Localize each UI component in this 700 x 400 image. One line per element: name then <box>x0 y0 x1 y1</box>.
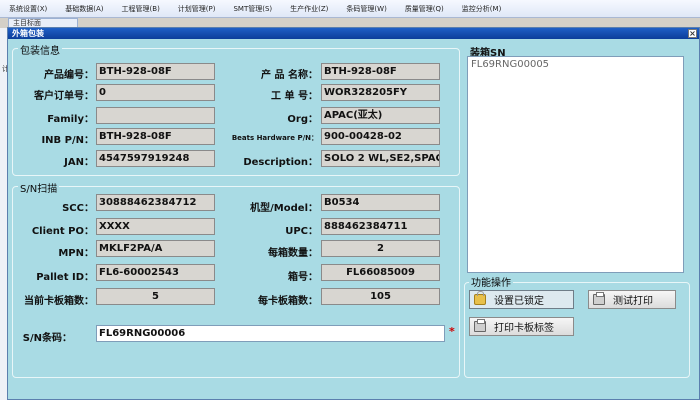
product-no-label: 产品编号： <box>44 70 94 81</box>
print-pallet-label-button[interactable]: 打印卡板标签 <box>469 317 574 336</box>
box-no-label: 箱号： <box>288 272 318 283</box>
client-po-label: Client PO： <box>31 226 94 237</box>
close-icon[interactable]: × <box>688 29 697 38</box>
printer-icon <box>474 319 486 332</box>
scc-label: SCC： <box>62 203 94 214</box>
packed-sn-item[interactable]: FL69RNG00005 <box>471 59 680 70</box>
menu-engineering[interactable]: 工程管理(B) <box>113 0 169 17</box>
test-print-label: 测试打印 <box>613 296 653 307</box>
packed-sn-list[interactable]: FL69RNG00005 <box>467 56 684 273</box>
per-pallet-count-field: 105 <box>321 288 440 305</box>
test-print-button[interactable]: 测试打印 <box>588 290 676 309</box>
customer-po-field: 0 <box>96 84 215 101</box>
product-no-field: BTH-928-08F <box>96 63 215 80</box>
menu-monitor[interactable]: 监控分析(M) <box>453 0 511 17</box>
menu-barcode[interactable]: 条码管理(W) <box>337 0 395 17</box>
sn-scan-legend: S/N扫描 <box>18 180 60 195</box>
printer-icon <box>593 292 605 305</box>
mpn-label: MPN： <box>58 248 94 259</box>
outer-box-packing-dialog: 外箱包装 × 包装信息 产品编号： BTH-928-08F 产 品 名称： BT… <box>7 27 700 400</box>
family-label: Family： <box>47 114 94 125</box>
box-no-field: FL66085009 <box>321 264 440 281</box>
menu-system[interactable]: 系统设置(X) <box>0 0 56 17</box>
lock-settings-button[interactable]: 设置已锁定 <box>469 290 574 309</box>
lock-icon <box>474 291 486 305</box>
beats-hardware-label: Beats Hardware P/N： <box>231 134 318 142</box>
upc-field: 888462384711 <box>321 218 440 235</box>
scc-field: 30888462384712 <box>96 194 215 211</box>
jan-label: JAN： <box>64 157 94 168</box>
required-mark: * <box>449 325 455 338</box>
dialog-title: 外箱包装 <box>12 29 44 38</box>
description-field: SOLO 2 WL,SE2,SPAC <box>321 150 440 167</box>
work-order-label: 工 单 号： <box>271 91 318 102</box>
beats-hardware-field: 900-00428-02 <box>321 128 440 145</box>
pallet-id-label: Pallet ID： <box>36 272 94 283</box>
upc-label: UPC： <box>285 226 318 237</box>
mpn-field: MKLF2PA/A <box>96 240 215 257</box>
sn-barcode-label: S/N条码： <box>22 333 72 344</box>
org-field: APAC(亚太) <box>321 107 440 124</box>
print-pallet-label-text: 打印卡板标签 <box>494 323 554 334</box>
menu-planning[interactable]: 计划管理(P) <box>169 0 225 17</box>
current-pallet-count-field: 5 <box>96 288 215 305</box>
lock-settings-label: 设置已锁定 <box>494 296 544 307</box>
per-pallet-count-label: 每卡板箱数： <box>258 296 318 307</box>
product-name-label: 产 品 名称： <box>261 70 318 81</box>
model-field: B0534 <box>321 194 440 211</box>
menu-basic-data[interactable]: 基础数据(A) <box>56 0 112 17</box>
actions-legend: 功能操作 <box>469 274 513 289</box>
client-po-field: XXXX <box>96 218 215 235</box>
sn-barcode-input[interactable]: FL69RNG00006 <box>96 325 445 342</box>
family-field <box>96 107 215 124</box>
inb-pn-field: BTH-928-08F <box>96 128 215 145</box>
menu-smt[interactable]: SMT管理(S) <box>224 0 281 17</box>
menu-production[interactable]: 生产作业(Z) <box>281 0 337 17</box>
current-pallet-count-label: 当前卡板箱数： <box>24 296 94 307</box>
model-label: 机型/Model： <box>250 203 318 214</box>
dialog-titlebar: 外箱包装 × <box>8 28 699 39</box>
org-label: Org： <box>287 114 318 125</box>
jan-field: 4547597919248 <box>96 150 215 167</box>
per-box-field: 2 <box>321 240 440 257</box>
customer-po-label: 客户订单号： <box>34 91 94 102</box>
menu-quality[interactable]: 质量管理(Q) <box>396 0 453 17</box>
product-name-field: BTH-928-08F <box>321 63 440 80</box>
per-box-label: 每箱数量： <box>268 248 318 259</box>
main-menu-bar: 系统设置(X) 基础数据(A) 工程管理(B) 计划管理(P) SMT管理(S)… <box>0 0 700 18</box>
inb-pn-label: INB P/N： <box>41 135 94 146</box>
pallet-id-field: FL6-60002543 <box>96 264 215 281</box>
description-label: Description： <box>243 157 318 168</box>
work-order-field: WOR328205FY <box>321 84 440 101</box>
pack-info-legend: 包装信息 <box>18 42 62 57</box>
